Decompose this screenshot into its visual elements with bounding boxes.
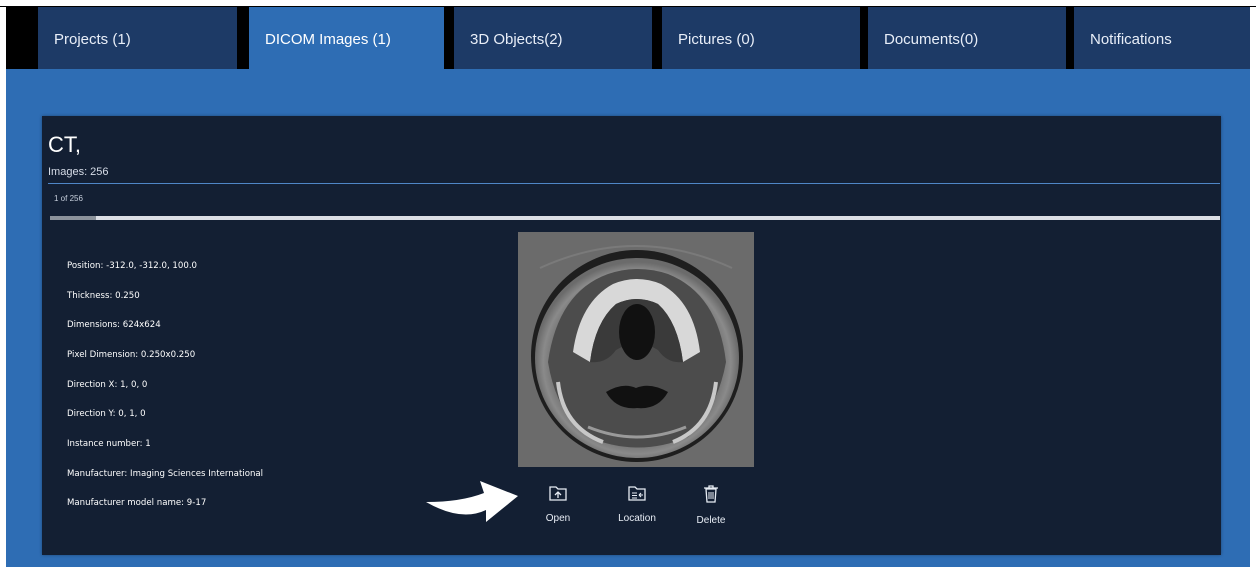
divider [48,183,1220,184]
meta-manufacturer: Manufacturer: Imaging Sciences Internati… [67,468,264,479]
open-button[interactable]: Open [528,485,588,524]
series-title: CT, [48,132,81,157]
location-button-label: Location [618,513,656,524]
location-button[interactable]: Location [607,485,667,524]
tab-pictures[interactable]: Pictures (0) [662,7,860,69]
meta-position: Position: -312.0, -312.0, 100.0 [67,260,198,271]
slice-index-label: 1 of 256 [54,194,83,203]
tab-dicom-images[interactable]: DICOM Images (1) [249,7,444,69]
meta-direction-x: Direction X: 1, 0, 0 [67,379,148,390]
open-button-label: Open [545,513,571,524]
tab-label: Pictures (0) [678,31,755,48]
meta-thickness: Thickness: 0.250 [67,290,140,301]
tab-projects[interactable]: Projects (1) [38,7,237,69]
trash-icon [704,485,718,503]
images-count: Images: 256 [48,166,109,178]
tab-label: DICOM Images (1) [265,31,391,48]
tab-label: Projects (1) [54,31,131,48]
meta-direction-y: Direction Y: 0, 1, 0 [67,409,146,420]
meta-pixel-dimension: Pixel Dimension: 0.250x0.250 [67,349,196,360]
pointer-arrow-icon [426,481,518,522]
dicom-series-panel: CT, Images: 256 1 of 256 Position: -312.… [42,116,1221,555]
meta-instance-number: Instance number: 1 [67,439,151,450]
folder-upload-icon [549,486,567,501]
tab-label: Documents(0) [884,31,979,48]
meta-dimensions: Dimensions: 624x624 [67,320,161,331]
tab-documents[interactable]: Documents(0) [868,7,1066,69]
slice-slider-fill [50,216,96,220]
app-window: Projects (1) DICOM Images (1) 3D Objects… [6,7,1250,567]
tab-notifications[interactable]: Notifications [1074,7,1250,69]
top-border [0,0,1256,7]
ct-slice-image [518,232,754,467]
tab-bar: Projects (1) DICOM Images (1) 3D Objects… [6,7,1250,69]
dicom-image-viewer[interactable] [518,232,754,467]
tab-label: Notifications [1090,31,1172,48]
delete-button[interactable]: Delete [681,485,741,526]
slice-slider[interactable] [50,216,1220,220]
tab-label: 3D Objects(2) [470,31,563,48]
meta-model-name: Manufacturer model name: 9-17 [67,498,207,509]
dicom-metadata: Position: -312.0, -312.0, 100.0 Thicknes… [67,242,263,529]
tab-3d-objects[interactable]: 3D Objects(2) [454,7,652,69]
delete-button-label: Delete [696,515,726,526]
folder-location-icon [628,486,646,501]
